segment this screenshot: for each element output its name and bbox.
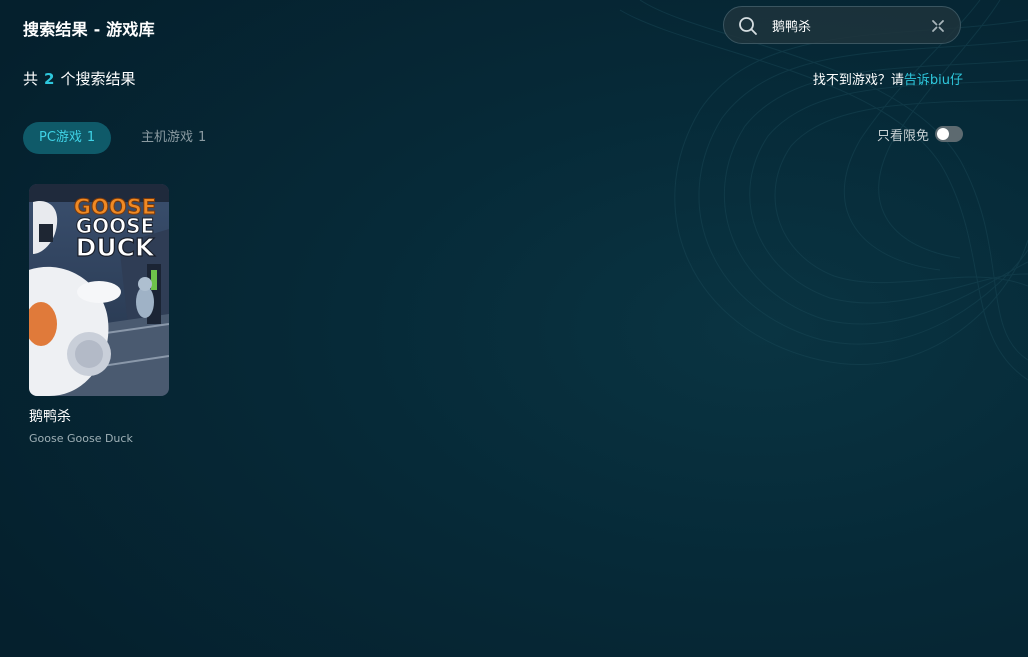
search-input[interactable] bbox=[772, 15, 922, 35]
tab-console-games[interactable]: 主机游戏 1 bbox=[125, 122, 222, 154]
tab-count: 1 bbox=[86, 130, 96, 145]
tab-count: 1 bbox=[198, 130, 207, 145]
result-count-prefix: 共 bbox=[23, 70, 39, 88]
page-title: 搜索结果 - 游戏库 bbox=[23, 20, 155, 39]
game-cover-image[interactable]: GOOSE GOOSE DUCK bbox=[29, 184, 169, 396]
game-card[interactable]: GOOSE GOOSE DUCK 鹅鸭杀 Goose Goose Duck bbox=[29, 184, 169, 445]
game-name[interactable]: 鹅鸭杀 bbox=[29, 406, 169, 426]
game-subtitle: Goose Goose Duck bbox=[29, 432, 133, 445]
search-box[interactable] bbox=[723, 6, 961, 44]
free-only-toggle[interactable] bbox=[935, 126, 963, 142]
result-count: 共 2 个搜索结果 bbox=[23, 68, 135, 89]
feedback-prompt: 找不到游戏？请告诉biu仔 bbox=[813, 69, 963, 88]
toggle-knob bbox=[937, 128, 949, 140]
feedback-text: 找不到游戏？请 bbox=[812, 73, 904, 88]
tab-label: PC游戏 bbox=[39, 130, 82, 145]
cover-title-line-3: DUCK bbox=[76, 233, 156, 262]
tab-pc-games[interactable]: PC游戏 1 bbox=[23, 122, 112, 154]
free-only-label: 只看限免 bbox=[876, 128, 929, 144]
tab-label: 主机游戏 bbox=[141, 130, 194, 145]
result-count-suffix: 个搜索结果 bbox=[60, 70, 136, 88]
free-only-filter: 只看限免 bbox=[877, 124, 963, 144]
search-icon bbox=[739, 17, 757, 35]
feedback-link[interactable]: 告诉biu仔 bbox=[904, 73, 963, 88]
clear-icon[interactable] bbox=[930, 18, 946, 34]
result-count-number: 2 bbox=[44, 70, 55, 88]
